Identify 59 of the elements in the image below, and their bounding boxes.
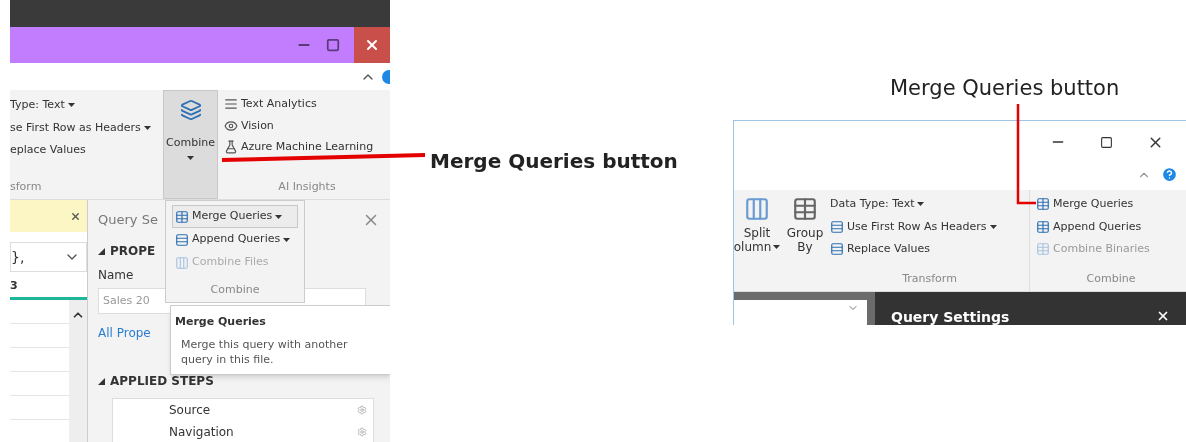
menu-item[interactable]: Append Queries — [172, 228, 298, 251]
applied-step[interactable]: Navigation — [113, 421, 373, 442]
close-icon — [364, 37, 380, 53]
button-label: olumn — [733, 240, 772, 254]
column-header: 3 — [10, 278, 19, 294]
menu-icon — [175, 232, 189, 247]
ribbon-command[interactable]: Data Type: Text — [830, 196, 1029, 213]
eye-icon — [224, 118, 238, 133]
lines-icon — [224, 97, 238, 112]
table-icon — [1036, 197, 1050, 212]
menu-icon — [175, 209, 189, 224]
group-label: Combine — [1086, 270, 1136, 287]
table-icon — [830, 219, 844, 234]
panel-title: Query Se — [98, 211, 158, 230]
help-icon[interactable] — [1161, 166, 1178, 183]
ribbon-command[interactable]: Use First Row As Headers — [830, 218, 1029, 235]
ribbon-command[interactable]: Type: Text — [10, 97, 163, 114]
close-icon[interactable] — [1156, 309, 1170, 323]
table-icon — [1036, 219, 1050, 234]
applied-step[interactable]: Source — [113, 399, 373, 421]
group-label: Transform — [902, 270, 957, 287]
query-settings-header: Query Settings — [875, 292, 1186, 325]
table-icon — [1036, 242, 1050, 257]
ribbon-command[interactable]: Append Queries — [1036, 218, 1186, 235]
group-label: AI Insights — [278, 178, 336, 195]
menu-item[interactable]: Merge Queries — [172, 205, 298, 228]
callout-label: Merge Queries button — [890, 75, 1120, 102]
ribbon-command[interactable]: Replace Values — [830, 241, 1029, 258]
tooltip-text: Merge this query with another query in this file. — [180, 336, 349, 367]
combine-button[interactable]: Combine — [163, 90, 218, 199]
menu-icon — [175, 255, 189, 270]
group-by-button[interactable]: Group By — [780, 190, 830, 291]
ribbon-command[interactable]: se First Row as Headers — [10, 119, 163, 136]
help-icon[interactable] — [382, 69, 390, 84]
group-label: Combine — [210, 281, 260, 298]
tooltip-title: Merge Queries — [175, 314, 267, 330]
section-title: APPLIED STEPS — [98, 372, 380, 390]
maximize-icon[interactable] — [1100, 135, 1113, 149]
close-button[interactable] — [354, 27, 390, 63]
ribbon-command[interactable]: Azure Machine Learning — [224, 139, 390, 156]
ribbon-command[interactable]: Vision — [224, 117, 390, 134]
caret-icon — [773, 245, 781, 249]
close-icon[interactable] — [70, 210, 81, 222]
formula-field[interactable] — [734, 300, 867, 325]
scrollbar[interactable] — [69, 299, 87, 442]
caret-icon — [187, 155, 194, 160]
split-column-button[interactable]: Split olumn — [734, 190, 780, 291]
expander-icon[interactable] — [98, 377, 105, 385]
ribbon-command[interactable]: Text Analytics — [224, 96, 390, 113]
callout-label: Merge Queries button — [430, 148, 678, 175]
formula-field[interactable]: }, — [10, 242, 87, 272]
ribbon-command[interactable]: Merge Queries — [1036, 196, 1186, 213]
flask-icon — [224, 140, 238, 155]
expander-icon[interactable] — [98, 247, 105, 255]
field-label: Name — [98, 267, 135, 284]
group-label: sform — [10, 178, 43, 195]
ribbon-command[interactable]: eplace Values — [10, 142, 163, 159]
table-icon — [792, 196, 818, 222]
columns-icon — [744, 196, 770, 222]
